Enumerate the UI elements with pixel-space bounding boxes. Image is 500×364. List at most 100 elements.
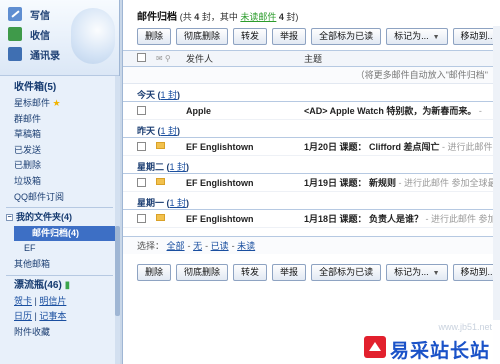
sidebar-item-inbox[interactable]: 收件箱(5) <box>0 80 119 96</box>
mark-as-dropdown[interactable]: 标记为... ▼ <box>386 27 448 45</box>
mail-status-cell <box>156 178 178 187</box>
delete-permanently-button[interactable]: 彻底删除 <box>176 263 229 281</box>
group-count-link[interactable]: 1 封 <box>161 90 178 100</box>
group-tuesday: 星期二 (1 封) <box>123 156 500 174</box>
mail-subject: <AD> Apple Watch 特别款，为新春而来。 <box>304 106 477 116</box>
scrollbar-thumb[interactable] <box>115 226 120 316</box>
sidebar-item-archive[interactable]: 邮件归档(4) <box>14 225 119 242</box>
delete-button[interactable]: 删除 <box>137 27 172 45</box>
sidebar-item-spam[interactable]: 垃圾箱 <box>0 174 119 190</box>
mail-row[interactable]: EF Englishtown 1月18日 课题： 负责人是谁？ - 进行此邮件 … <box>123 210 500 228</box>
sidebar: 写信 收信 通讯录 收件箱(5) 星标邮件 ★ 群邮件 草稿箱 已发送 已删除 … <box>0 0 120 364</box>
sidebar-item-subscriptions[interactable]: QQ邮件订阅 <box>0 190 119 206</box>
mail-date: 1月18日 <box>304 214 338 224</box>
mail-list-panel: 邮件归档 (共 4 封，其中 未读邮件 4 封) 删除 彻底删除 转发 举报 全… <box>122 0 500 364</box>
select-all-checkbox[interactable] <box>137 53 146 62</box>
mail-row[interactable]: EF Englishtown 1月19日 课题： 新规则 - 进行此邮件 参加全… <box>123 174 500 192</box>
select-unread-link[interactable]: 未读 <box>237 241 255 251</box>
separator: - <box>187 241 191 251</box>
sidebar-item-sent[interactable]: 已发送 <box>0 143 119 159</box>
mail-checkbox[interactable] <box>137 142 146 151</box>
sidebar-item-deleted[interactable]: 已删除 <box>0 158 119 174</box>
folder-list: 收件箱(5) 星标邮件 ★ 群邮件 草稿箱 已发送 已删除 垃圾箱 QQ邮件订阅… <box>0 76 119 340</box>
mail-checkbox-cell <box>123 142 156 151</box>
sidebar-item-ef[interactable]: EF <box>0 241 119 257</box>
mark-all-read-button[interactable]: 全部标为已读 <box>311 27 382 45</box>
flag-column-icon: ✉ ⚲ <box>156 54 171 63</box>
mail-checkbox[interactable] <box>137 106 146 115</box>
select-all-link[interactable]: 全部 <box>167 241 185 251</box>
group-count-link[interactable]: 1 封 <box>170 162 187 172</box>
mail-row[interactable]: Apple <AD> Apple Watch 特别款，为新春而来。 - <box>123 102 500 120</box>
postcard-link[interactable]: 明信片 <box>39 296 66 306</box>
group-label: 星期二 <box>137 162 165 172</box>
mail-checkbox-cell <box>123 178 156 187</box>
sidebar-links-row-2: 日历 | 记事本 <box>14 311 67 322</box>
watermark-text: 易采站长站 <box>390 341 491 362</box>
collapse-icon[interactable]: − <box>6 214 13 222</box>
unread-link[interactable]: 未读邮件 <box>240 12 276 22</box>
sidebar-scrollbar[interactable] <box>115 76 120 364</box>
sidebar-item-drift-bottle[interactable]: 漂流瓶(46) ▮ <box>0 278 119 294</box>
column-from[interactable]: 发件人 <box>178 52 296 65</box>
forward-button[interactable]: 转发 <box>233 27 268 45</box>
select-all-cell <box>123 53 156 64</box>
mail-status-cell <box>156 142 178 151</box>
select-read-link[interactable]: 已读 <box>211 241 229 251</box>
mail-checkbox-cell <box>123 106 156 115</box>
sidebar-item-attachments[interactable]: 附件收藏 <box>0 325 119 341</box>
delete-permanently-button[interactable]: 彻底删除 <box>176 27 229 45</box>
sidebar-item-drafts[interactable]: 草稿箱 <box>0 127 119 143</box>
mail-checkbox[interactable] <box>137 214 146 223</box>
mark-as-label: 标记为... <box>394 30 429 41</box>
report-button[interactable]: 举报 <box>272 27 307 45</box>
group-count-link[interactable]: 1 封 <box>170 198 187 208</box>
sidebar-links-row-1: 贺卡 | 明信片 <box>14 295 67 306</box>
mark-as-dropdown[interactable]: 标记为... ▼ <box>386 263 448 281</box>
folder-stats: (共 4 封，其中 未读邮件 4 封) <box>180 12 299 22</box>
main-scrollbar[interactable] <box>493 26 500 364</box>
sidebar-item-group-mail[interactable]: 群邮件 <box>0 112 119 128</box>
address-book-label: 通讯录 <box>30 50 60 62</box>
site-logo-icon <box>364 336 386 358</box>
sidebar-item-my-folders[interactable]: − 我的文件夹(4) <box>0 210 119 226</box>
mail-sender: EF Englishtown <box>186 177 254 188</box>
mail-sender: EF Englishtown <box>186 141 254 152</box>
select-none-link[interactable]: 无 <box>193 241 202 251</box>
mail-checkbox[interactable] <box>137 178 146 187</box>
compose-label: 写信 <box>30 10 50 22</box>
report-button[interactable]: 举报 <box>272 263 307 281</box>
bottom-toolbar: 删除 彻底删除 转发 举报 全部标为已读 标记为...▼ 移动到... ▼ <box>123 262 500 282</box>
page-title: 邮件归档 (共 4 封，其中 未读邮件 4 封) <box>123 0 500 26</box>
notepad-link[interactable]: 记事本 <box>39 311 66 321</box>
greeting-card-link[interactable]: 贺卡 <box>14 296 32 306</box>
column-subject[interactable]: 主题 <box>296 52 500 65</box>
calendar-link[interactable]: 日历 <box>14 311 32 321</box>
delete-button[interactable]: 删除 <box>137 263 172 281</box>
stat-total: 4 <box>194 12 200 22</box>
mail-sender: EF Englishtown <box>186 213 254 224</box>
mail-status-cell <box>156 214 178 223</box>
stat-mid: 封，其中 <box>201 12 238 22</box>
chevron-down-icon: ▼ <box>432 269 440 277</box>
mark-all-read-button[interactable]: 全部标为已读 <box>311 263 382 281</box>
divider <box>6 207 113 209</box>
sidebar-header: 写信 收信 通讯录 <box>0 0 119 76</box>
my-folders-label: 我的文件夹(4) <box>16 212 72 223</box>
sidebar-item-other-mailbox[interactable]: 其他邮箱 <box>0 257 119 273</box>
star-icon: ★ <box>52 98 61 108</box>
mail-subject-cell: 1月19日 课题： 新规则 - 进行此邮件 参加全球最大英 <box>296 176 500 189</box>
group-count-link[interactable]: 1 封 <box>161 126 178 136</box>
group-label: 昨天 <box>137 126 156 136</box>
unread-envelope-icon <box>156 214 165 221</box>
group-yesterday: 昨天 (1 封) <box>123 120 500 138</box>
group-monday: 星期一 (1 封) <box>123 192 500 210</box>
inbox-check-label: 收信 <box>30 30 50 42</box>
drift-bottle-label: 漂流瓶(46) <box>14 279 62 291</box>
sidebar-item-starred[interactable]: 星标邮件 ★ <box>0 96 119 112</box>
forward-button[interactable]: 转发 <box>233 263 268 281</box>
column-header: ✉ ⚲ 发件人 主题 <box>123 50 500 67</box>
mail-row[interactable]: EF Englishtown 1月20日 课题： Clifford 差点闯亡 -… <box>123 138 500 156</box>
archive-tip[interactable]: （将更多邮件自动放入"邮件归档" <box>123 67 500 84</box>
stat-suffix: 封) <box>286 12 299 22</box>
